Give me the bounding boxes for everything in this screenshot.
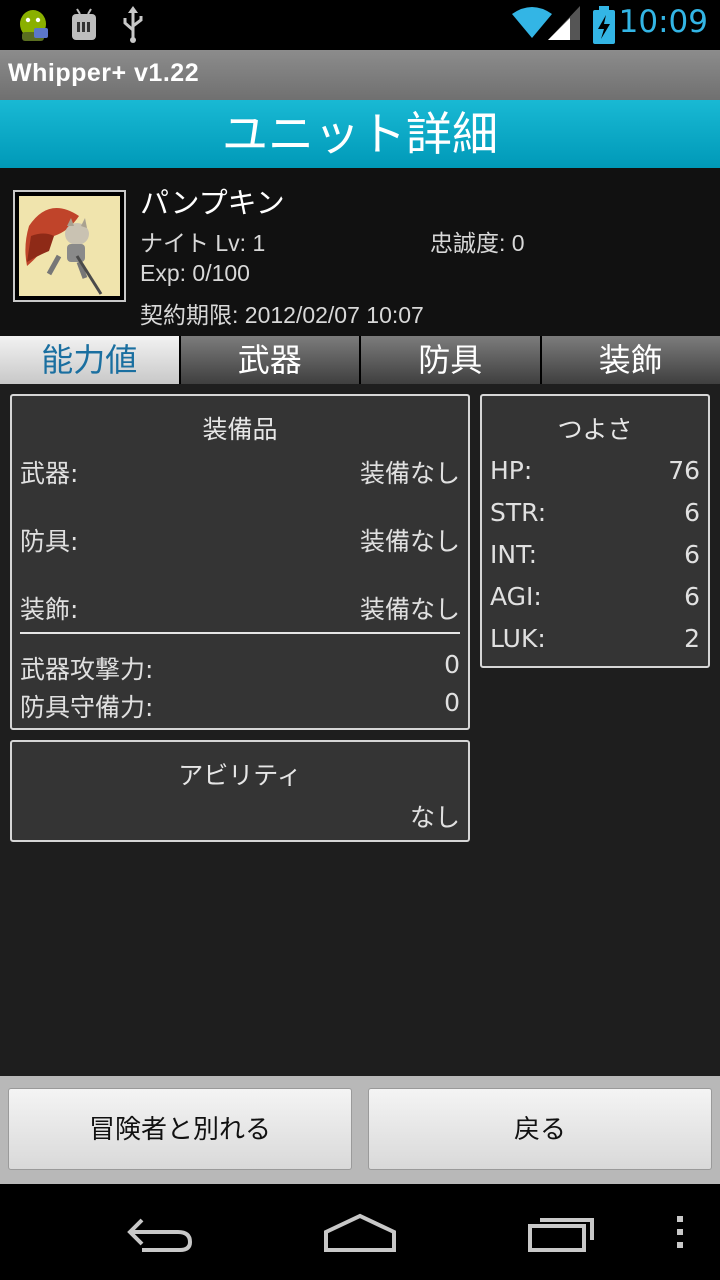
equipment-label: 武器: [20,459,79,488]
equipment-stat-label: 武器攻撃力: [20,655,154,684]
equipment-value: 装備なし [359,595,460,624]
stat-label: INT: [490,540,538,569]
app-title: Whipper+ v1.22 [8,59,200,87]
divider [20,632,460,634]
stat-value: 6 [684,540,700,569]
equipment-panel-title: 装備品 [202,415,278,444]
ability-panel: アビリティ なし [10,740,470,842]
stats-content: 装備品 武器: 装備なし 防具: 装備なし 装飾: 装備なし 武器攻撃力: 0 … [0,384,720,1076]
equipment-label: 防具: [20,527,79,556]
wifi-icon [512,7,552,38]
tab-stats[interactable]: 能力値 [0,336,179,384]
back-button[interactable]: 戻る [368,1088,712,1170]
stat-value: 2 [684,624,700,653]
signal-icon [548,6,580,40]
strength-panel: つよさ HP: 76 STR: 6 INT: 6 AGI: 6 LUK: 2 [480,394,710,668]
equipment-label: 装飾: [20,595,79,624]
stat-label: LUK: [490,624,546,653]
usb-icon [123,6,143,43]
unit-class-level: ナイト Lv: 1 [140,230,266,256]
back-nav-icon[interactable] [124,1212,196,1252]
android-sdcard-icon [72,8,96,40]
equipment-stat-value: 0 [444,688,460,717]
tab-weapon[interactable]: 武器 [180,336,359,384]
unit-name: パンプキン [140,186,285,220]
stat-label: HP: [490,456,533,485]
stat-value: 6 [684,498,700,527]
equipment-value: 装備なし [359,459,460,488]
equipment-stat-value: 0 [444,650,460,679]
unit-portrait [13,190,126,302]
ability-panel-title: アビリティ [178,761,302,790]
recent-apps-nav-icon[interactable] [526,1212,598,1252]
app-title-bar: Whipper+ v1.22 [0,50,720,100]
status-bar: 10:09 [0,0,720,50]
stat-value: 6 [684,582,700,611]
stat-value: 76 [668,456,700,485]
ability-value: なし [409,803,460,832]
equipment-value: 装備なし [359,527,460,556]
clock: 10:09 [618,4,708,40]
equipment-stat-label: 防具守備力: [20,693,154,722]
equipment-panel: 装備品 武器: 装備なし 防具: 装備なし 装飾: 装備なし 武器攻撃力: 0 … [10,394,470,730]
button-bar: 冒険者と別れる 戻る [0,1076,720,1184]
unit-loyalty: 忠誠度: 0 [430,230,525,256]
android-debug-icon [20,10,48,41]
unit-exp: Exp: 0/100 [140,260,250,286]
unit-info: パンプキン ナイト Lv: 1 忠誠度: 0 Exp: 0/100 契約期限: … [0,168,720,336]
screen-title: ユニット詳細 [222,107,498,161]
tab-bar: 能力値 武器 防具 装飾 [0,336,720,384]
stat-label: STR: [490,498,547,527]
character-sprite-image [19,196,120,296]
strength-panel-title: つよさ [557,415,633,444]
leave-adventurer-button[interactable]: 冒険者と別れる [8,1088,352,1170]
tab-armor[interactable]: 防具 [361,336,540,384]
navigation-bar [0,1184,720,1280]
home-nav-icon[interactable] [322,1212,398,1252]
stat-label: AGI: [490,582,542,611]
tab-accessory[interactable]: 装飾 [541,336,720,384]
battery-charging-icon [593,6,615,44]
screen-header: ユニット詳細 [0,100,720,168]
menu-overflow-icon[interactable] [674,1212,686,1252]
unit-contract: 契約期限: 2012/02/07 10:07 [140,302,424,328]
